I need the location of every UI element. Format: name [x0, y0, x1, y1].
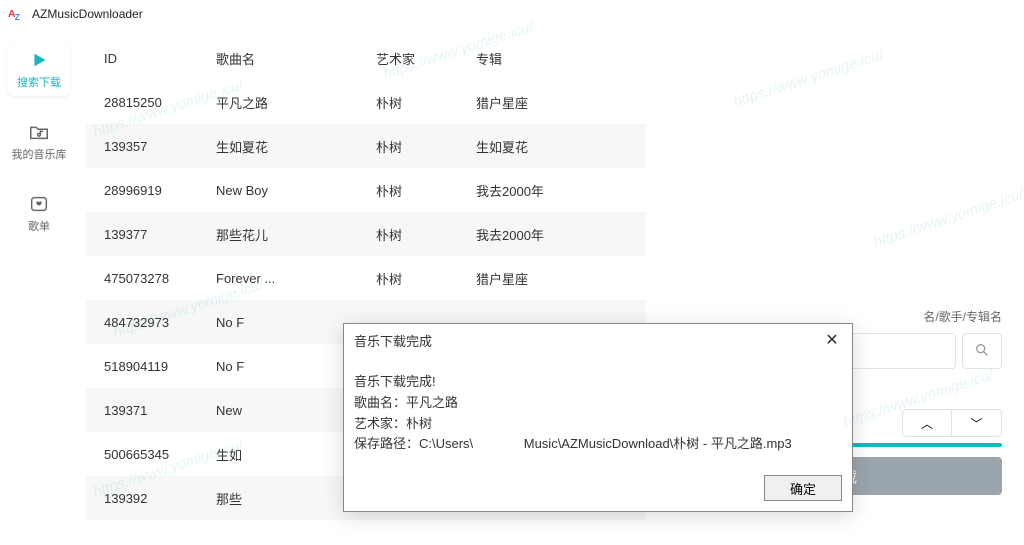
cell-artist: 朴树 — [376, 181, 476, 200]
cell-id: 28996919 — [86, 183, 216, 198]
cell-name: 平凡之路 — [216, 93, 376, 112]
dialog-body: 音乐下载完成! 歌曲名：平凡之路 艺术家：朴树 保存路径：C:\Users\ M… — [344, 356, 852, 465]
dialog-line: 音乐下载完成! — [354, 372, 842, 393]
cell-name: 生如夏花 — [216, 137, 376, 156]
cell-id: 139392 — [86, 491, 216, 506]
svg-text:Z: Z — [15, 13, 20, 22]
sidebar-item-search[interactable]: 搜索下载 — [7, 42, 71, 96]
sidebar-item-label: 搜索下载 — [17, 74, 61, 90]
sidebar-item-label: 歌单 — [28, 218, 50, 234]
cell-id: 484732973 — [86, 315, 216, 330]
prev-button[interactable]: ︿ — [902, 409, 952, 437]
dialog-title: 音乐下载完成 — [354, 331, 432, 350]
search-icon — [974, 342, 990, 361]
cell-id: 139377 — [86, 227, 216, 242]
cell-album: 我去2000年 — [476, 225, 636, 244]
chevron-down-icon: ﹀ — [970, 415, 982, 432]
cell-album: 猎户星座 — [476, 269, 636, 288]
close-icon: ✕ — [825, 330, 838, 350]
dialog-line: 艺术家：朴树 — [354, 414, 842, 435]
cell-artist: 朴树 — [376, 137, 476, 156]
cell-id: 500665345 — [86, 447, 216, 462]
table-row[interactable]: 28996919New Boy朴树我去2000年 — [86, 168, 646, 212]
dialog-close-button[interactable]: ✕ — [822, 330, 842, 350]
search-button[interactable] — [962, 333, 1002, 369]
col-name: 歌曲名 — [216, 49, 376, 68]
cell-album: 生如夏花 — [476, 137, 636, 156]
cell-id: 139357 — [86, 139, 216, 154]
table-row[interactable]: 139377那些花儿朴树我去2000年 — [86, 212, 646, 256]
sidebar-item-label: 我的音乐库 — [12, 146, 67, 162]
app-title: AZMusicDownloader — [32, 7, 143, 21]
table-row[interactable]: 28815250平凡之路朴树猎户星座 — [86, 80, 646, 124]
col-id: ID — [86, 51, 216, 66]
table-row[interactable]: 139357生如夏花朴树生如夏花 — [86, 124, 646, 168]
folder-music-icon — [27, 120, 51, 144]
table-row[interactable]: 475073278Forever ...朴树猎户星座 — [86, 256, 646, 300]
app-logo-icon: AZ — [8, 5, 26, 23]
sidebar: 搜索下载 我的音乐库 歌单 — [0, 28, 78, 545]
dialog-ok-button[interactable]: 确定 — [764, 475, 842, 501]
cell-album: 我去2000年 — [476, 181, 636, 200]
chevron-up-icon: ︿ — [921, 415, 933, 432]
table-header-row: ID 歌曲名 艺术家 专辑 — [86, 36, 646, 80]
sidebar-item-playlist[interactable]: 歌单 — [7, 186, 71, 240]
col-album: 专辑 — [476, 49, 636, 68]
title-bar: AZ AZMusicDownloader — [0, 0, 1024, 28]
cell-artist: 朴树 — [376, 269, 476, 288]
dialog-line: 保存路径：C:\Users\ Music\AZMusicDownload\朴树 … — [354, 434, 842, 455]
download-complete-dialog: 音乐下载完成 ✕ 音乐下载完成! 歌曲名：平凡之路 艺术家：朴树 保存路径：C:… — [343, 323, 853, 512]
cell-name: Forever ... — [216, 271, 376, 286]
cell-name: New Boy — [216, 183, 376, 198]
sidebar-item-library[interactable]: 我的音乐库 — [7, 114, 71, 168]
cell-id: 518904119 — [86, 359, 216, 374]
cell-name: 那些花儿 — [216, 225, 376, 244]
playlist-heart-icon — [27, 192, 51, 216]
play-icon — [27, 48, 51, 72]
col-artist: 艺术家 — [376, 49, 476, 68]
cell-id: 28815250 — [86, 95, 216, 110]
cell-album: 猎户星座 — [476, 93, 636, 112]
cell-artist: 朴树 — [376, 225, 476, 244]
cell-id: 139371 — [86, 403, 216, 418]
dialog-line: 歌曲名：平凡之路 — [354, 393, 842, 414]
next-button[interactable]: ﹀ — [952, 409, 1002, 437]
cell-artist: 朴树 — [376, 93, 476, 112]
cell-id: 475073278 — [86, 271, 216, 286]
